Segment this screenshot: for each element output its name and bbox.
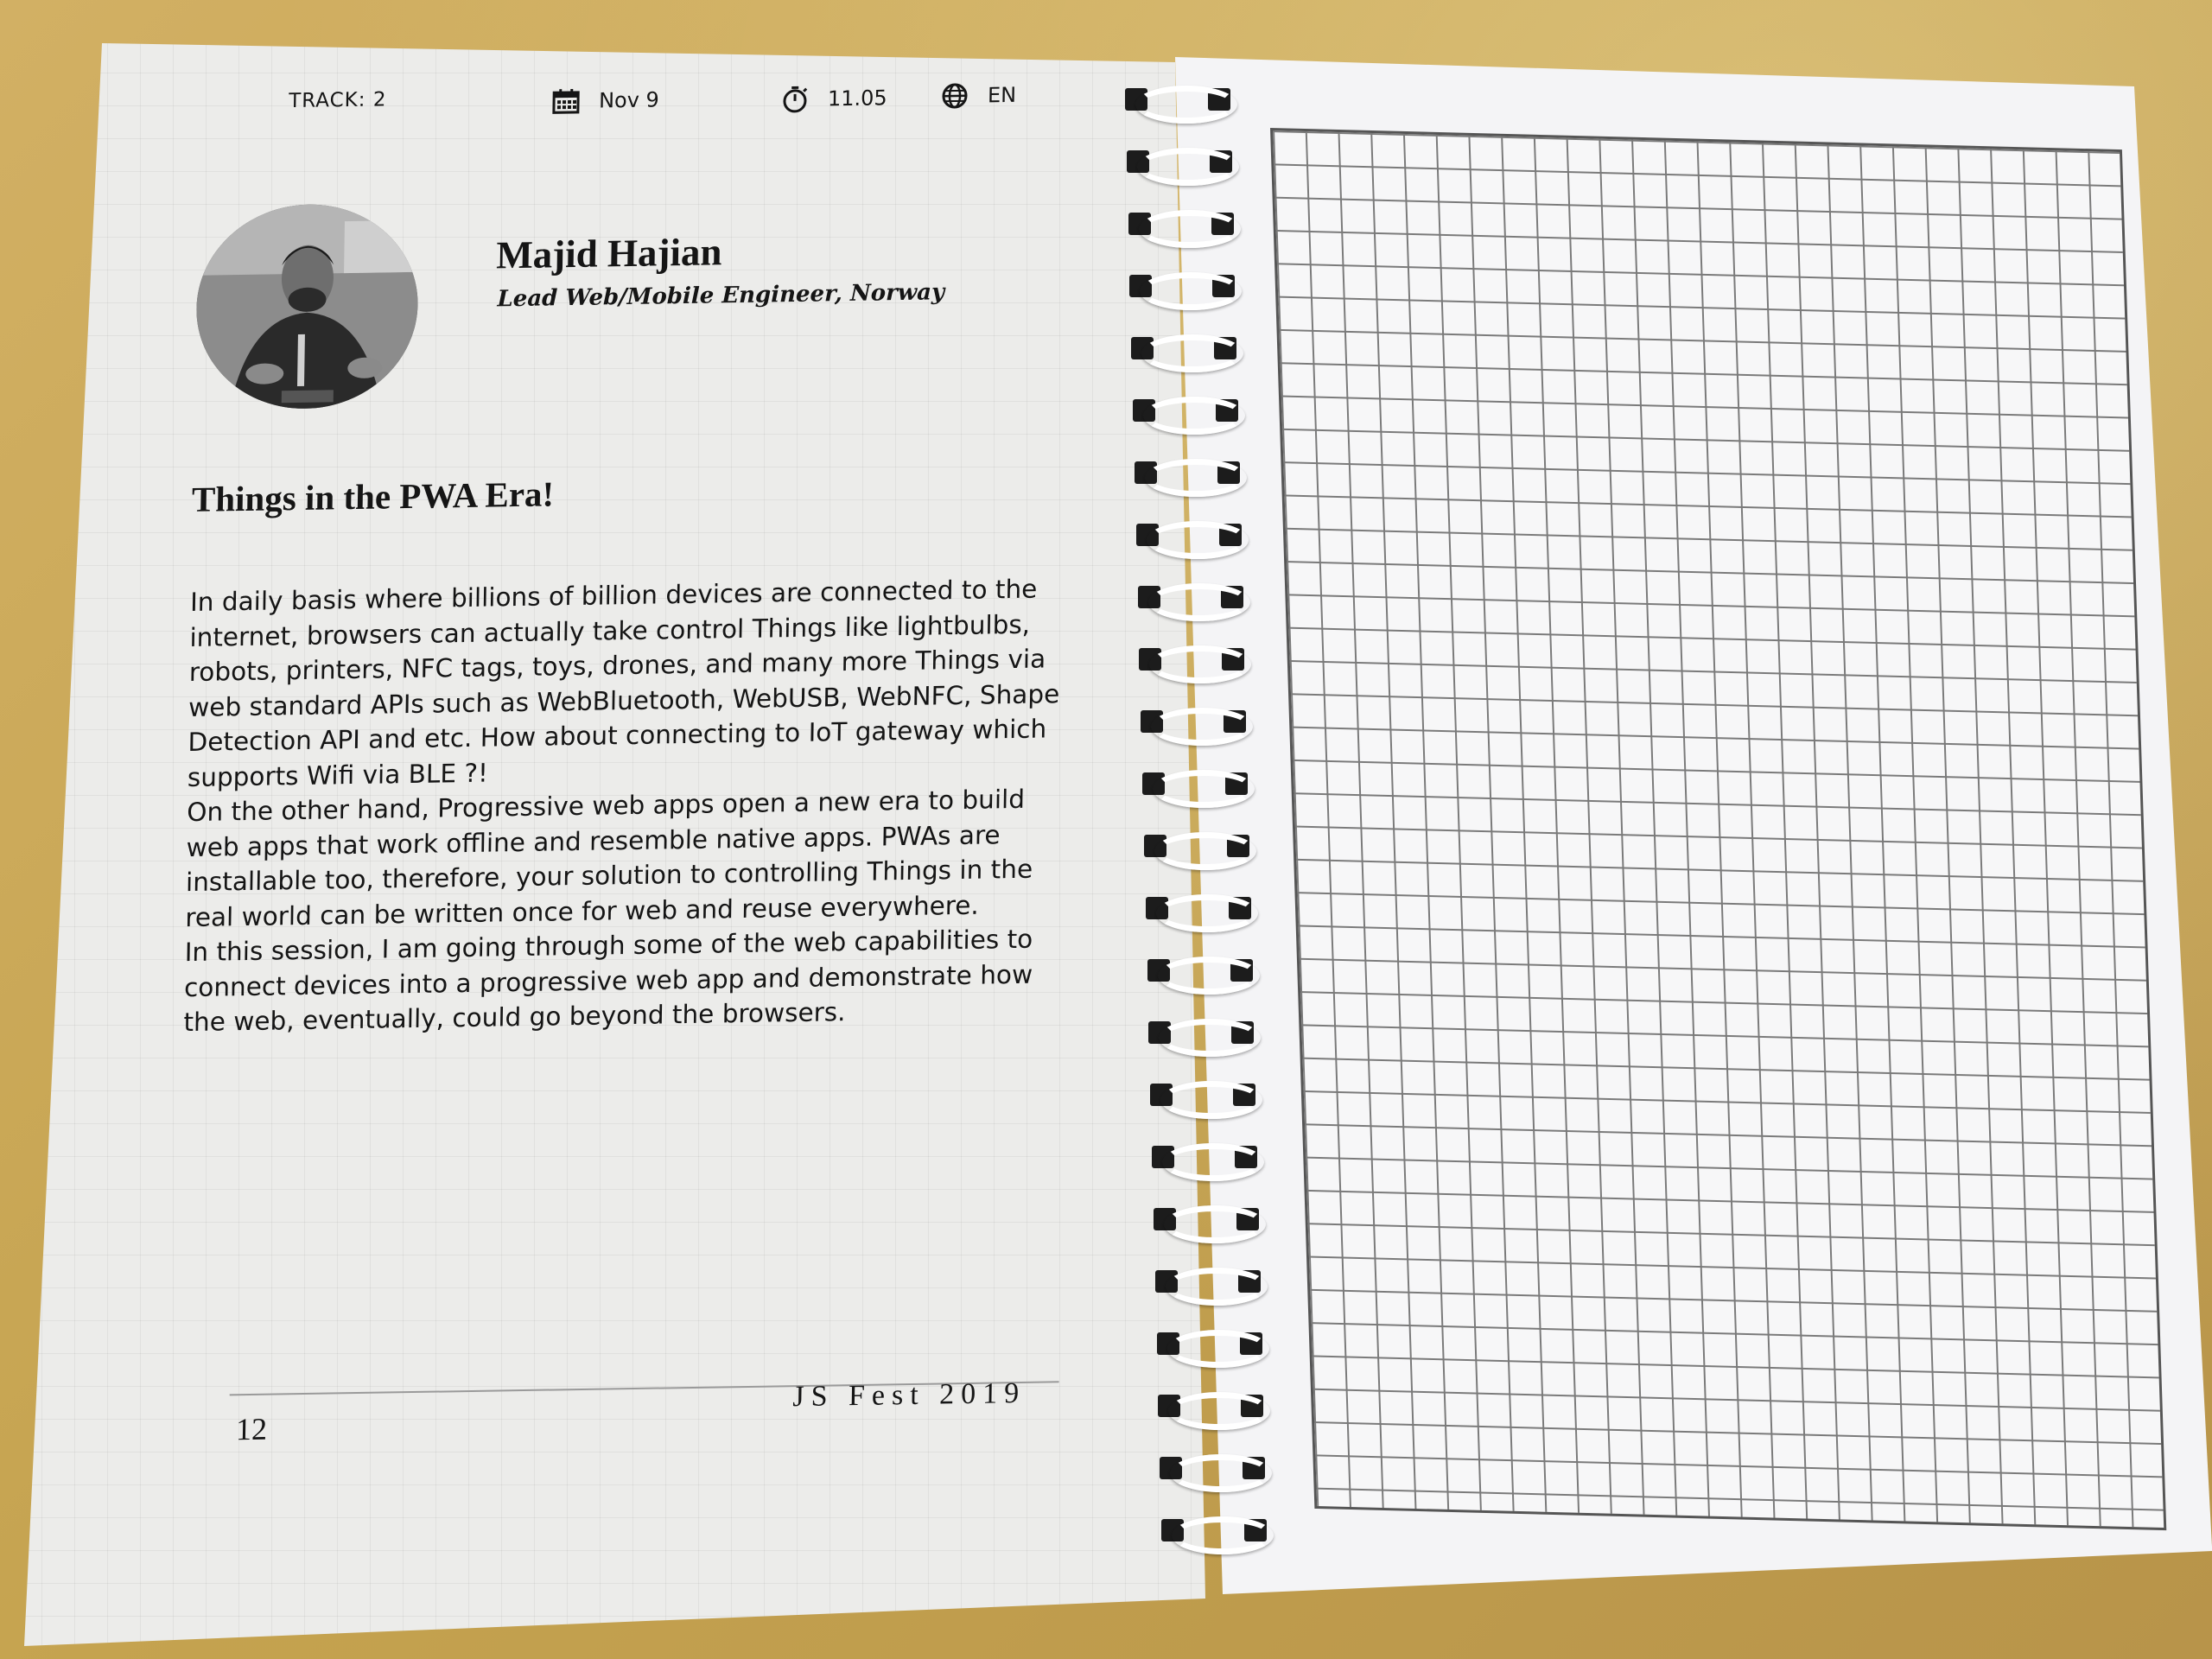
- spiral-ring: [1150, 1202, 1266, 1243]
- spiral-ring: [1139, 766, 1255, 808]
- session-time: 11.05: [781, 83, 887, 114]
- spiral-ring: [1141, 829, 1256, 870]
- time-text: 11.05: [827, 86, 887, 111]
- spiral-ring: [1147, 1077, 1263, 1119]
- session-language: EN: [941, 81, 1017, 110]
- spiral-ring: [1142, 891, 1258, 932]
- spiral-ring: [1145, 1015, 1262, 1057]
- spiral-ring: [1144, 953, 1260, 995]
- grid-paper-area: [1270, 128, 2167, 1531]
- speaker-role: Lead Web/Mobile Engineer, Norway: [497, 279, 945, 313]
- footer-brand: JS Fest 2019: [792, 1376, 1027, 1414]
- talk-abstract: In daily basis where billions of billion…: [183, 571, 1071, 1040]
- spiral-ring: [1148, 1140, 1265, 1181]
- spiral-ring: [1152, 1264, 1268, 1306]
- talk-title: Things in the PWA Era!: [191, 474, 555, 519]
- globe-icon: [942, 83, 968, 109]
- spiral-ring: [1154, 1389, 1271, 1430]
- left-page-content: TRACK: 2 Nov 9 11.05 EN Majid Hajian Lea…: [106, 44, 1166, 1529]
- spiral-ring: [1154, 1326, 1269, 1368]
- stopwatch-icon: [783, 86, 808, 113]
- spiral-ring: [1158, 1513, 1274, 1554]
- abstract-paragraph: In this session, I am going through some…: [183, 924, 1033, 1038]
- speaker-name: Majid Hajian: [495, 230, 722, 277]
- speaker-photo: [194, 202, 420, 410]
- track-label: TRACK: 2: [288, 88, 387, 113]
- calendar-icon: [552, 88, 580, 114]
- abstract-paragraph: On the other hand, Progressive web apps …: [185, 784, 1033, 932]
- abstract-paragraph: In daily basis where billions of billion…: [187, 574, 1060, 792]
- session-date: Nov 9: [552, 86, 659, 114]
- page-number: 12: [235, 1411, 268, 1447]
- language-text: EN: [987, 82, 1017, 108]
- spiral-ring: [1156, 1451, 1273, 1492]
- date-text: Nov 9: [598, 87, 660, 113]
